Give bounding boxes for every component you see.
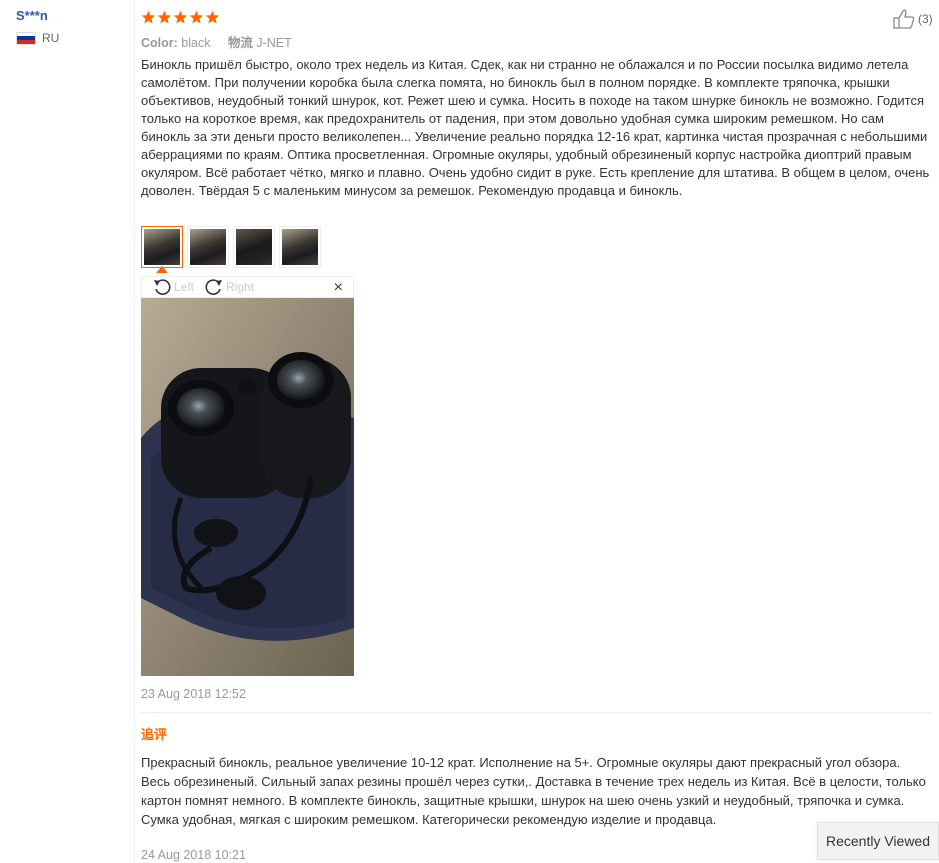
review-thumbnail[interactable] (141, 226, 183, 268)
star-icon (173, 10, 188, 24)
color-value: black (181, 36, 211, 50)
shipping-value: J-NET (256, 36, 292, 50)
divider (141, 712, 931, 713)
rotate-right-icon (205, 279, 223, 295)
followup-label: 追评 (141, 727, 168, 742)
review-thumbnail[interactable] (233, 226, 275, 268)
star-icon (189, 10, 204, 24)
rotate-right-button[interactable]: Right (204, 277, 254, 297)
helpful-button[interactable]: (3) (892, 8, 933, 30)
reviewer-name: S***n (16, 8, 48, 23)
rating-stars (141, 10, 220, 25)
star-icon (141, 10, 156, 24)
recently-viewed-button[interactable]: Recently Viewed (817, 822, 939, 860)
thumbs-up-icon (893, 9, 915, 29)
star-icon (157, 10, 172, 24)
thumbnail-pointer (156, 266, 168, 273)
review-thumbnail[interactable] (279, 226, 321, 268)
rotate-right-label: Right (226, 280, 255, 294)
russia-flag-icon (16, 31, 36, 45)
review-text: Бинокль пришёл быстро, около трех недель… (141, 57, 930, 198)
rotate-left-button[interactable]: Left (152, 277, 194, 297)
review-thumbnail[interactable] (187, 226, 229, 268)
review-thumbnails (141, 226, 321, 268)
review-date: 23 Aug 2018 12:52 (141, 687, 246, 701)
rotate-left-icon (154, 279, 171, 295)
country-code: RU (42, 31, 60, 45)
followup-date: 24 Aug 2018 10:21 (141, 848, 246, 862)
rotate-left-label: Left (174, 280, 195, 294)
reviewer-country: RU (16, 31, 126, 45)
shipping-label: 物流 (227, 36, 253, 50)
followup-text: Прекрасный бинокль, реальное увеличение … (141, 755, 926, 827)
star-icon (205, 10, 220, 24)
color-label: Color: (141, 36, 178, 50)
close-viewer-button[interactable]: × (334, 279, 343, 297)
product-attributes: Color: black 物流 J-NET (141, 32, 292, 51)
reviewer-info: S***n RU (16, 8, 126, 45)
helpful-count: (3) (918, 12, 933, 26)
binoculars-photo (141, 298, 354, 676)
image-viewer-toolbar: Left Right × (141, 276, 354, 298)
column-divider (134, 0, 135, 863)
review-photo (141, 298, 354, 676)
